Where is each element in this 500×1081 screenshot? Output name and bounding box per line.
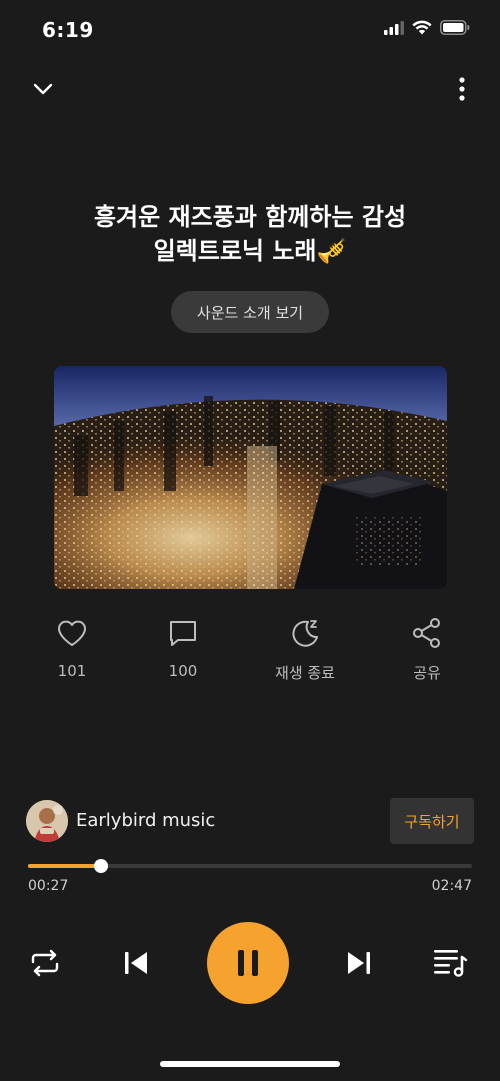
share-label: 공유	[413, 664, 441, 682]
pause-button[interactable]	[207, 922, 289, 1004]
status-icons	[384, 20, 470, 35]
channel-avatar[interactable]	[26, 800, 68, 842]
cellular-signal-icon	[384, 20, 404, 35]
moon-sleep-icon	[292, 620, 318, 647]
previous-button[interactable]	[120, 948, 152, 978]
heart-icon	[58, 620, 86, 646]
collapse-button[interactable]	[28, 74, 58, 104]
track-title-line-2: 일렉트로닉 노래🎺	[153, 237, 347, 265]
sleep-timer-label: 재생 종료	[275, 664, 335, 682]
sleep-timer-button[interactable]: 재생 종료	[250, 616, 360, 683]
wifi-icon	[412, 20, 432, 35]
progress-fill	[28, 864, 102, 868]
next-button[interactable]	[343, 948, 375, 978]
like-button[interactable]: 101	[17, 616, 127, 680]
album-artwork	[54, 366, 447, 589]
action-row: 101 100 재생 종료 공유	[0, 616, 500, 696]
repeat-button[interactable]	[28, 947, 62, 979]
channel-row: Earlybird music 구독하기	[26, 798, 476, 844]
track-title: 흥겨운 재즈풍과 함께하는 감성 일렉트로닉 노래🎺	[40, 200, 460, 268]
playback-controls	[0, 922, 500, 1004]
playlist-icon	[434, 950, 468, 977]
share-button[interactable]: 공유	[372, 616, 482, 683]
progress-handle[interactable]	[94, 859, 109, 873]
repeat-icon	[31, 949, 59, 977]
home-indicator[interactable]	[160, 1061, 340, 1067]
skip-next-icon	[348, 952, 370, 974]
status-time: 6:19	[42, 18, 94, 42]
top-bar	[0, 70, 500, 110]
progress-bar[interactable]	[28, 859, 472, 873]
battery-icon	[440, 20, 470, 35]
avatar-image	[26, 800, 68, 842]
pause-icon	[238, 950, 258, 976]
elapsed-time: 00:27	[28, 878, 69, 894]
playlist-button[interactable]	[430, 946, 470, 980]
skip-previous-icon	[125, 952, 147, 974]
like-count: 101	[57, 662, 87, 680]
total-time: 02:47	[431, 878, 472, 894]
share-icon	[413, 618, 440, 648]
subscribe-button[interactable]: 구독하기	[390, 798, 474, 844]
sound-intro-button[interactable]: 사운드 소개 보기	[171, 291, 329, 333]
comment-count: 100	[168, 662, 198, 680]
comment-button[interactable]: 100	[128, 616, 238, 680]
more-options-button[interactable]	[454, 74, 470, 104]
channel-name[interactable]: Earlybird music	[76, 810, 215, 831]
status-bar: 6:19	[0, 0, 500, 60]
comment-icon	[170, 621, 196, 646]
track-title-line-1: 흥겨운 재즈풍과 함께하는 감성	[93, 203, 407, 231]
chevron-down-icon	[33, 83, 53, 95]
city-night-artwork	[54, 366, 447, 589]
more-vertical-icon	[459, 77, 465, 101]
